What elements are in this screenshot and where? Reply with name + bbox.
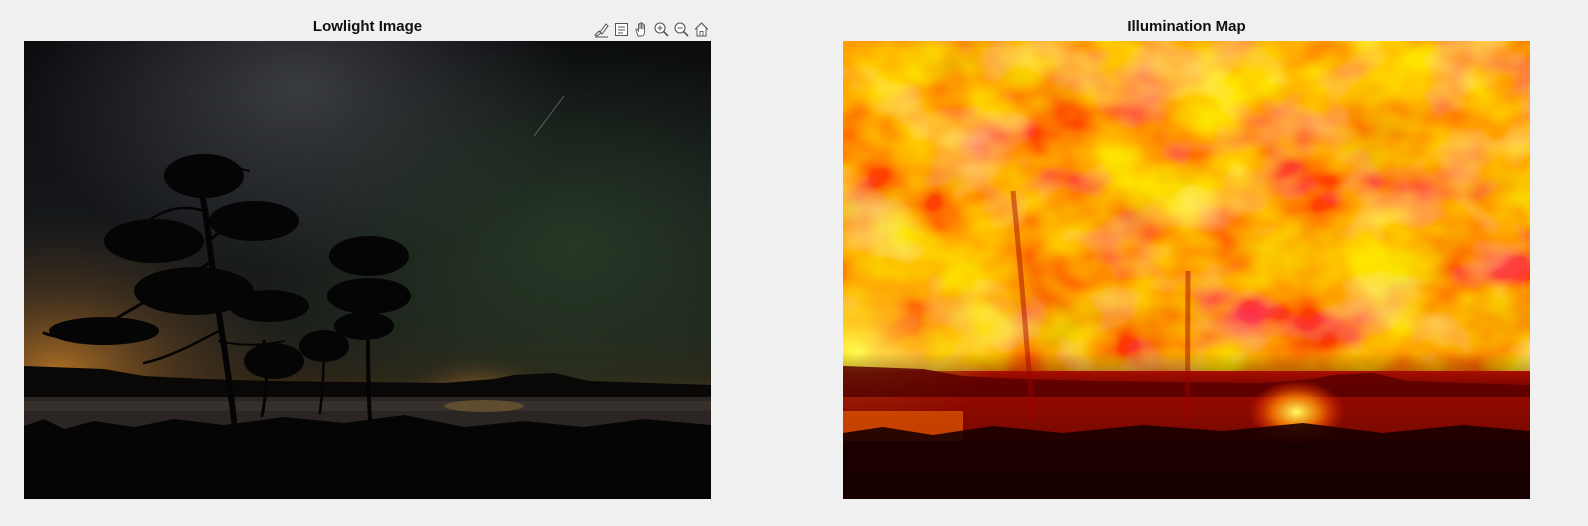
zoom-out-button[interactable] — [672, 19, 691, 39]
axes-toolbar — [592, 19, 711, 39]
restore-view-button[interactable] — [692, 19, 711, 39]
lowlight-image-axes[interactable] — [24, 41, 711, 499]
zoom-in-icon — [654, 21, 669, 37]
illumination-map — [843, 41, 1530, 499]
illumination-map-title: Illumination Map — [1127, 18, 1246, 35]
hand-icon — [635, 21, 645, 36]
brush-button[interactable] — [592, 19, 611, 39]
datatip-button[interactable] — [612, 19, 631, 39]
illumination-map-axes[interactable] — [843, 41, 1530, 499]
zoom-out-icon — [674, 21, 689, 37]
matlab-figure: Lowlight Image Illumination Map — [0, 0, 1588, 526]
pan-button[interactable] — [632, 19, 651, 39]
brush-icon — [594, 22, 609, 37]
lowlight-image — [24, 41, 711, 499]
datatip-icon — [615, 22, 628, 36]
zoom-in-button[interactable] — [652, 19, 671, 39]
home-icon — [694, 21, 709, 36]
